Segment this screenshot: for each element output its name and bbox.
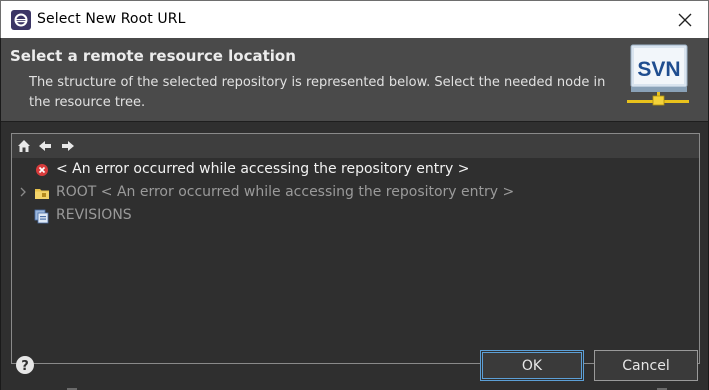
svg-text:?: ?	[21, 359, 29, 374]
chevron-right-icon[interactable]	[18, 186, 28, 198]
header-title: Select a remote resource location	[10, 47, 296, 65]
back-arrow-icon[interactable]	[37, 138, 53, 154]
tree-item-label: REVISIONS	[56, 207, 132, 223]
tree-item-label: < An error occurred while accessing the …	[56, 161, 470, 177]
help-icon[interactable]: ?	[15, 355, 35, 375]
header-description: The structure of the selected repository…	[29, 75, 606, 110]
folder-icon	[35, 189, 49, 199]
revisions-icon	[34, 209, 49, 224]
resource-tree: < An error occurred while accessing the …	[12, 158, 699, 227]
eclipse-icon	[11, 10, 31, 30]
tree-item[interactable]: REVISIONS	[12, 204, 699, 227]
window-title: Select New Root URL	[37, 11, 186, 27]
header-separator	[1, 121, 708, 122]
close-icon[interactable]	[674, 9, 696, 31]
ok-button[interactable]: OK	[480, 350, 584, 381]
repository-tree-panel[interactable]: < An error occurred while accessing the …	[11, 133, 700, 364]
svn-logo-text: SVN	[637, 58, 680, 81]
tree-item-label: ROOT < An error occurred while accessing…	[56, 184, 515, 200]
dialog-body: Select a remote resource location The st…	[0, 38, 709, 390]
forward-arrow-icon[interactable]	[60, 138, 76, 154]
tree-item[interactable]: ROOT < An error occurred while accessing…	[12, 181, 699, 204]
tree-item[interactable]: < An error occurred while accessing the …	[12, 158, 699, 181]
title-bar: Select New Root URL	[0, 0, 709, 38]
wizard-header: Select a remote resource location The st…	[1, 38, 708, 121]
svn-logo: SVN	[627, 44, 689, 106]
home-icon[interactable]	[16, 138, 32, 154]
cancel-button[interactable]: Cancel	[594, 350, 698, 381]
tree-toolbar	[12, 134, 699, 158]
error-icon	[36, 164, 48, 176]
